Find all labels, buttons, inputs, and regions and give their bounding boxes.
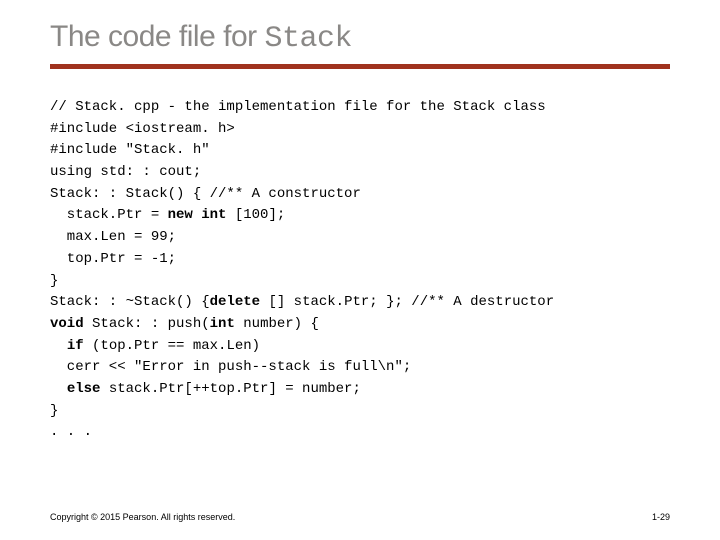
code-line: } [50,271,670,293]
code-line: using std: : cout; [50,162,670,184]
code-line: Stack: : ~Stack() {delete [] stack.Ptr; … [50,292,670,314]
code-line: } [50,401,670,423]
code-line: // Stack. cpp - the implementation file … [50,97,670,119]
code-line: . . . [50,422,670,444]
code-line: void Stack: : push(int number) { [50,314,670,336]
title-code: Stack [264,22,352,56]
title-rule [50,64,670,69]
code-line: cerr << "Error in push--stack is full\n"… [50,357,670,379]
code-line: else stack.Ptr[++top.Ptr] = number; [50,379,670,401]
slide: The code file for Stack // Stack. cpp - … [0,0,720,540]
copyright-text: Copyright © 2015 Pearson. All rights res… [50,512,235,522]
code-line: #include <iostream. h> [50,119,670,141]
footer: Copyright © 2015 Pearson. All rights res… [50,512,670,522]
slide-title: The code file for Stack [50,20,670,56]
code-line: if (top.Ptr == max.Len) [50,336,670,358]
code-line: #include "Stack. h" [50,140,670,162]
title-text: The code file for [50,20,264,53]
code-line: top.Ptr = -1; [50,249,670,271]
code-block: // Stack. cpp - the implementation file … [50,97,670,444]
code-line: max.Len = 99; [50,227,670,249]
page-number: 1-29 [652,512,670,522]
code-line: stack.Ptr = new int [100]; [50,205,670,227]
code-line: Stack: : Stack() { //** A constructor [50,184,670,206]
